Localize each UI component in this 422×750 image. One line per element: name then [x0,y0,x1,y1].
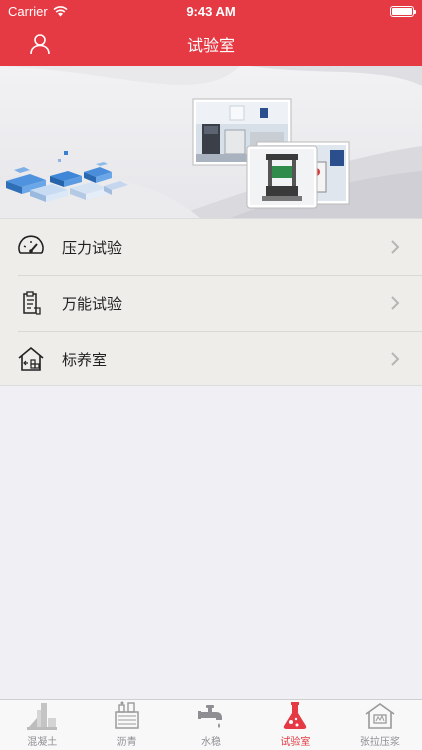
tab-tension-grouting[interactable]: 张拉压浆 [338,700,422,750]
chevron-right-icon [391,240,400,254]
water-faucet-icon [198,705,223,728]
status-left: Carrier [8,4,68,19]
tab-label: 水稳 [201,737,222,748]
menu-item-label: 压力试验 [62,239,123,257]
chevron-right-icon [391,352,400,366]
menu-item-pressure-test[interactable]: 压力试验 [0,219,422,275]
carrier-label: Carrier [8,3,48,19]
menu-item-label: 标养室 [62,351,108,369]
concrete-mixer-icon [27,703,58,730]
tab-label: 试验室 [280,737,311,748]
house-storage-icon [18,346,44,371]
menu-item-label: 万能试验 [62,295,123,313]
wifi-icon [53,5,68,16]
tab-label: 沥青 [116,737,137,748]
banner-illustration [0,66,422,218]
press-machine-photo [246,145,318,209]
tab-water-stable[interactable]: 水稳 [169,700,253,750]
gauge-icon [18,235,44,254]
tab-asphalt[interactable]: 沥青 [84,700,168,750]
asphalt-plant-icon [114,701,139,729]
user-icon[interactable] [28,32,52,56]
chevron-right-icon [391,296,400,310]
lab-flask-icon [284,702,307,729]
tab-laboratory[interactable]: 试验室 [253,700,337,750]
menu-item-universal-test[interactable]: 万能试验 [0,275,422,331]
status-bar: Carrier 9:43 AM [0,0,422,22]
page-title: 试验室 [186,38,235,55]
nav-bar: 试验室 [0,22,422,66]
tension-grouting-icon [365,703,395,729]
menu-item-curing-room[interactable]: 标养室 [0,331,422,387]
battery-icon [390,5,416,17]
tab-label: 张拉压浆 [359,737,400,748]
tab-concrete[interactable]: 混凝土 [0,700,84,750]
tab-bar: 混凝土 沥青 水稳 试验室 张拉压浆 [0,699,422,750]
lab-menu-list: 压力试验 万能试验 标养室 [0,218,422,386]
tab-label: 混凝土 [27,737,58,748]
lab-banner-image [0,66,422,218]
document-clipboard-icon [23,291,41,315]
